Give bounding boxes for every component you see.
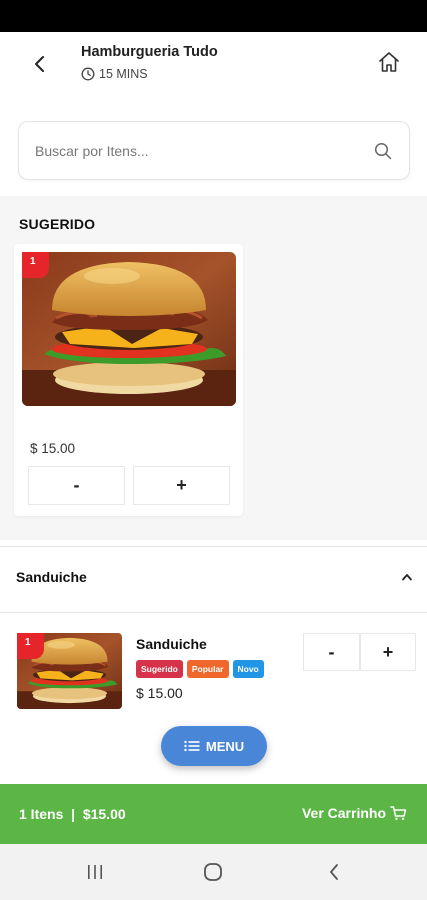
menu-button[interactable]: MENU	[161, 726, 267, 766]
product-image[interactable]	[22, 252, 236, 406]
search-icon[interactable]	[373, 141, 393, 161]
cart-summary: 1 Itens | $15.00	[19, 806, 126, 822]
menu-button-label: MENU	[205, 738, 245, 754]
tag-popular: Popular	[186, 660, 229, 678]
clock-icon	[81, 67, 95, 81]
cart-quantity-badge: 1	[17, 633, 44, 659]
item-tags: Sugerido Popular Novo	[136, 660, 264, 678]
status-bar	[0, 0, 427, 32]
cart-icon	[390, 806, 407, 820]
restaurant-name: Hamburgueria Tudo	[81, 44, 218, 60]
divider	[0, 546, 427, 547]
delivery-time-text: 15 MINS	[99, 67, 148, 81]
decrease-quantity-button[interactable]: -	[28, 466, 125, 505]
search-input[interactable]	[35, 122, 365, 179]
recent-apps-button[interactable]	[82, 860, 108, 884]
cart-bar[interactable]: 1 Itens | $15.00 Ver Carrinho	[0, 784, 427, 844]
search-bar	[18, 121, 410, 180]
tag-sugerido: Sugerido	[136, 660, 183, 678]
suggested-product-card[interactable]: 1 $ 15.00 - +	[14, 244, 243, 516]
chevron-up-icon	[402, 574, 412, 581]
home-icon	[379, 52, 399, 72]
home-nav-button[interactable]	[200, 860, 226, 884]
back-button[interactable]	[24, 48, 56, 80]
home-circle-icon	[204, 863, 222, 881]
back-chevron-icon	[330, 864, 338, 880]
increase-quantity-button[interactable]: +	[133, 466, 230, 505]
view-cart-button[interactable]: Ver Carrinho	[302, 805, 407, 821]
collapse-category-button[interactable]	[398, 568, 416, 586]
tag-novo: Novo	[232, 660, 264, 678]
suggested-section-title: SUGERIDO	[19, 216, 96, 232]
recent-apps-icon	[88, 865, 102, 879]
product-price: $ 15.00	[30, 441, 76, 456]
back-arrow-icon	[35, 56, 44, 72]
item-name[interactable]: Sanduiche	[136, 636, 207, 652]
view-cart-label: Ver Carrinho	[301, 805, 386, 821]
item-price: $ 15.00	[136, 685, 183, 701]
decrease-quantity-button[interactable]: -	[303, 633, 360, 671]
system-navigation-bar	[0, 844, 427, 900]
app-header: Hamburgueria Tudo 15 MINS	[0, 32, 427, 102]
delivery-time: 15 MINS	[81, 67, 148, 81]
cart-quantity-badge: 1	[22, 252, 49, 278]
increase-quantity-button[interactable]: +	[360, 633, 416, 671]
category-title[interactable]: Sanduiche	[16, 569, 87, 585]
home-button[interactable]	[374, 47, 404, 77]
back-nav-button[interactable]	[321, 860, 347, 884]
list-icon	[184, 740, 200, 752]
divider	[0, 612, 427, 613]
